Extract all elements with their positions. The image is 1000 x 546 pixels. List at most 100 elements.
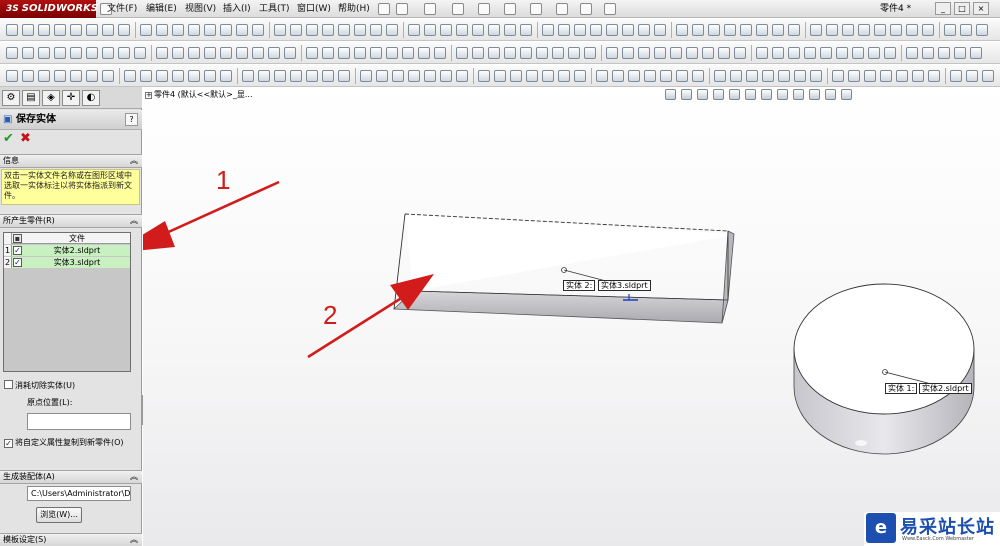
menu-tools[interactable]: 工具(T) bbox=[259, 0, 290, 18]
select-icon[interactable] bbox=[530, 3, 542, 15]
toolbar-tool-icon[interactable] bbox=[418, 47, 430, 59]
toolbar-tool-icon[interactable] bbox=[670, 47, 682, 59]
body-callout-tag[interactable]: 实体 1: bbox=[885, 383, 918, 394]
configuration-manager-tab-icon[interactable]: ◈ bbox=[42, 90, 60, 106]
toolbar-tool-icon[interactable] bbox=[702, 47, 714, 59]
toolbar-tool-icon[interactable] bbox=[954, 47, 966, 59]
toolbar-tool-icon[interactable] bbox=[408, 24, 420, 36]
maximize-icon[interactable]: □ bbox=[954, 2, 970, 15]
toolbar-tool-icon[interactable] bbox=[692, 70, 704, 82]
toolbar-tool-icon[interactable] bbox=[536, 47, 548, 59]
toolbar-tool-icon[interactable] bbox=[188, 24, 200, 36]
toolbar-tool-icon[interactable] bbox=[740, 24, 752, 36]
toolbar-tool-icon[interactable] bbox=[950, 70, 962, 82]
toolbar-tool-icon[interactable] bbox=[204, 70, 216, 82]
row-file-name[interactable]: 实体3.sldprt bbox=[24, 257, 130, 268]
toolbar-tool-icon[interactable] bbox=[22, 70, 34, 82]
menu-help[interactable]: 帮助(H) bbox=[338, 0, 370, 18]
toolbar-tool-icon[interactable] bbox=[440, 70, 452, 82]
toolbar-tool-icon[interactable] bbox=[274, 70, 286, 82]
property-manager-tab-icon[interactable]: ▤ bbox=[22, 90, 40, 106]
toolbar-tool-icon[interactable] bbox=[188, 47, 200, 59]
file-callout-tag[interactable]: 实体2.sldprt bbox=[919, 383, 972, 394]
toolbar-tool-icon[interactable] bbox=[756, 24, 768, 36]
toolbar-tool-icon[interactable] bbox=[810, 70, 822, 82]
toolbar-tool-icon[interactable] bbox=[724, 24, 736, 36]
cylinder-top-face[interactable] bbox=[793, 283, 975, 415]
toolbar-tool-icon[interactable] bbox=[268, 47, 280, 59]
toolbar-tool-icon[interactable] bbox=[762, 70, 774, 82]
solidworks-logo[interactable]: 3S SOLIDWORKS bbox=[0, 0, 98, 18]
toolbar-tool-icon[interactable] bbox=[906, 24, 918, 36]
toolbar-tool-icon[interactable] bbox=[654, 47, 666, 59]
rebuild-icon[interactable] bbox=[556, 3, 568, 15]
toolbar-tool-icon[interactable] bbox=[306, 70, 318, 82]
toolbar-tool-icon[interactable] bbox=[456, 70, 468, 82]
toolbar-tool-icon[interactable] bbox=[354, 47, 366, 59]
toolbar-tool-icon[interactable] bbox=[290, 24, 302, 36]
toolbar-tool-icon[interactable] bbox=[976, 24, 988, 36]
minimize-icon[interactable]: _ bbox=[935, 2, 951, 15]
toolbar-tool-icon[interactable] bbox=[584, 47, 596, 59]
toolbar-tool-icon[interactable] bbox=[966, 70, 978, 82]
toolbar-tool-icon[interactable] bbox=[778, 70, 790, 82]
toolbar-tool-icon[interactable] bbox=[638, 24, 650, 36]
display-manager-tab-icon[interactable]: ◐ bbox=[82, 90, 100, 106]
template-settings-section-header[interactable]: 模板设定(S) ︽ bbox=[0, 533, 142, 546]
toolbar-tool-icon[interactable] bbox=[488, 47, 500, 59]
toolbar-tool-icon[interactable] bbox=[542, 70, 554, 82]
help-button[interactable]: ? bbox=[125, 113, 138, 126]
toolbar-tool-icon[interactable] bbox=[612, 70, 624, 82]
toolbar-tool-icon[interactable] bbox=[472, 47, 484, 59]
toolbar-tool-icon[interactable] bbox=[574, 70, 586, 82]
toolbar-tool-icon[interactable] bbox=[424, 24, 436, 36]
dimxpert-tab-icon[interactable]: ✛ bbox=[62, 90, 80, 106]
toolbar-tool-icon[interactable] bbox=[638, 47, 650, 59]
toolbar-tool-icon[interactable] bbox=[852, 47, 864, 59]
consume-cut-bodies-checkbox[interactable] bbox=[4, 380, 13, 389]
toolbar-tool-icon[interactable] bbox=[552, 47, 564, 59]
assembly-path-field[interactable]: C:\Users\Administrator\De bbox=[27, 486, 131, 501]
toolbar-tool-icon[interactable] bbox=[686, 47, 698, 59]
menu-file[interactable]: 文件(F) bbox=[107, 0, 137, 18]
toolbar-tool-icon[interactable] bbox=[794, 70, 806, 82]
toolbar-tool-icon[interactable] bbox=[718, 47, 730, 59]
toolbar-tool-icon[interactable] bbox=[772, 24, 784, 36]
toolbar-tool-icon[interactable] bbox=[826, 24, 838, 36]
file-callout-tag[interactable]: 实体3.sldprt bbox=[598, 280, 651, 291]
toolbar-tool-icon[interactable] bbox=[922, 24, 934, 36]
toolbar-tool-icon[interactable] bbox=[574, 24, 586, 36]
origin-location-field[interactable] bbox=[27, 413, 131, 430]
toolbar-tool-icon[interactable] bbox=[386, 24, 398, 36]
toolbar-tool-icon[interactable] bbox=[912, 70, 924, 82]
toolbar-tool-icon[interactable] bbox=[70, 47, 82, 59]
toolbar-tool-icon[interactable] bbox=[220, 47, 232, 59]
menu-insert[interactable]: 插入(I) bbox=[223, 0, 251, 18]
body-callout-tag[interactable]: 实体 2: bbox=[563, 280, 596, 291]
toolbar-tool-icon[interactable] bbox=[322, 24, 334, 36]
block-body[interactable] bbox=[393, 213, 735, 324]
toolbar-tool-icon[interactable] bbox=[960, 24, 972, 36]
save-all-icon[interactable]: ▪ bbox=[13, 234, 22, 243]
toolbar-tool-icon[interactable] bbox=[6, 24, 18, 36]
toolbar-tool-icon[interactable] bbox=[408, 70, 420, 82]
toolbar-tool-icon[interactable] bbox=[488, 24, 500, 36]
toolbar-tool-icon[interactable] bbox=[504, 24, 516, 36]
toolbar-tool-icon[interactable] bbox=[242, 70, 254, 82]
toolbar-tool-icon[interactable] bbox=[606, 47, 618, 59]
toolbar-tool-icon[interactable] bbox=[204, 24, 216, 36]
toolbar-tool-icon[interactable] bbox=[858, 24, 870, 36]
toolbar-tool-icon[interactable] bbox=[804, 47, 816, 59]
toolbar-tool-icon[interactable] bbox=[708, 24, 720, 36]
cylinder-body[interactable] bbox=[793, 283, 975, 455]
toolbar-tool-icon[interactable] bbox=[714, 70, 726, 82]
toolbar-tool-icon[interactable] bbox=[848, 70, 860, 82]
toolbar-tool-icon[interactable] bbox=[38, 47, 50, 59]
resulting-parts-section-header[interactable]: 所产生零件(R) ︽ bbox=[0, 214, 142, 228]
toolbar-tool-icon[interactable] bbox=[424, 70, 436, 82]
toolbar-tool-icon[interactable] bbox=[456, 24, 468, 36]
row-checkbox[interactable]: ✓ bbox=[13, 258, 22, 267]
toolbar-tool-icon[interactable] bbox=[360, 70, 372, 82]
create-assembly-section-header[interactable]: 生成装配体(A) ︽ bbox=[0, 470, 142, 484]
toolbar-tool-icon[interactable] bbox=[456, 47, 468, 59]
